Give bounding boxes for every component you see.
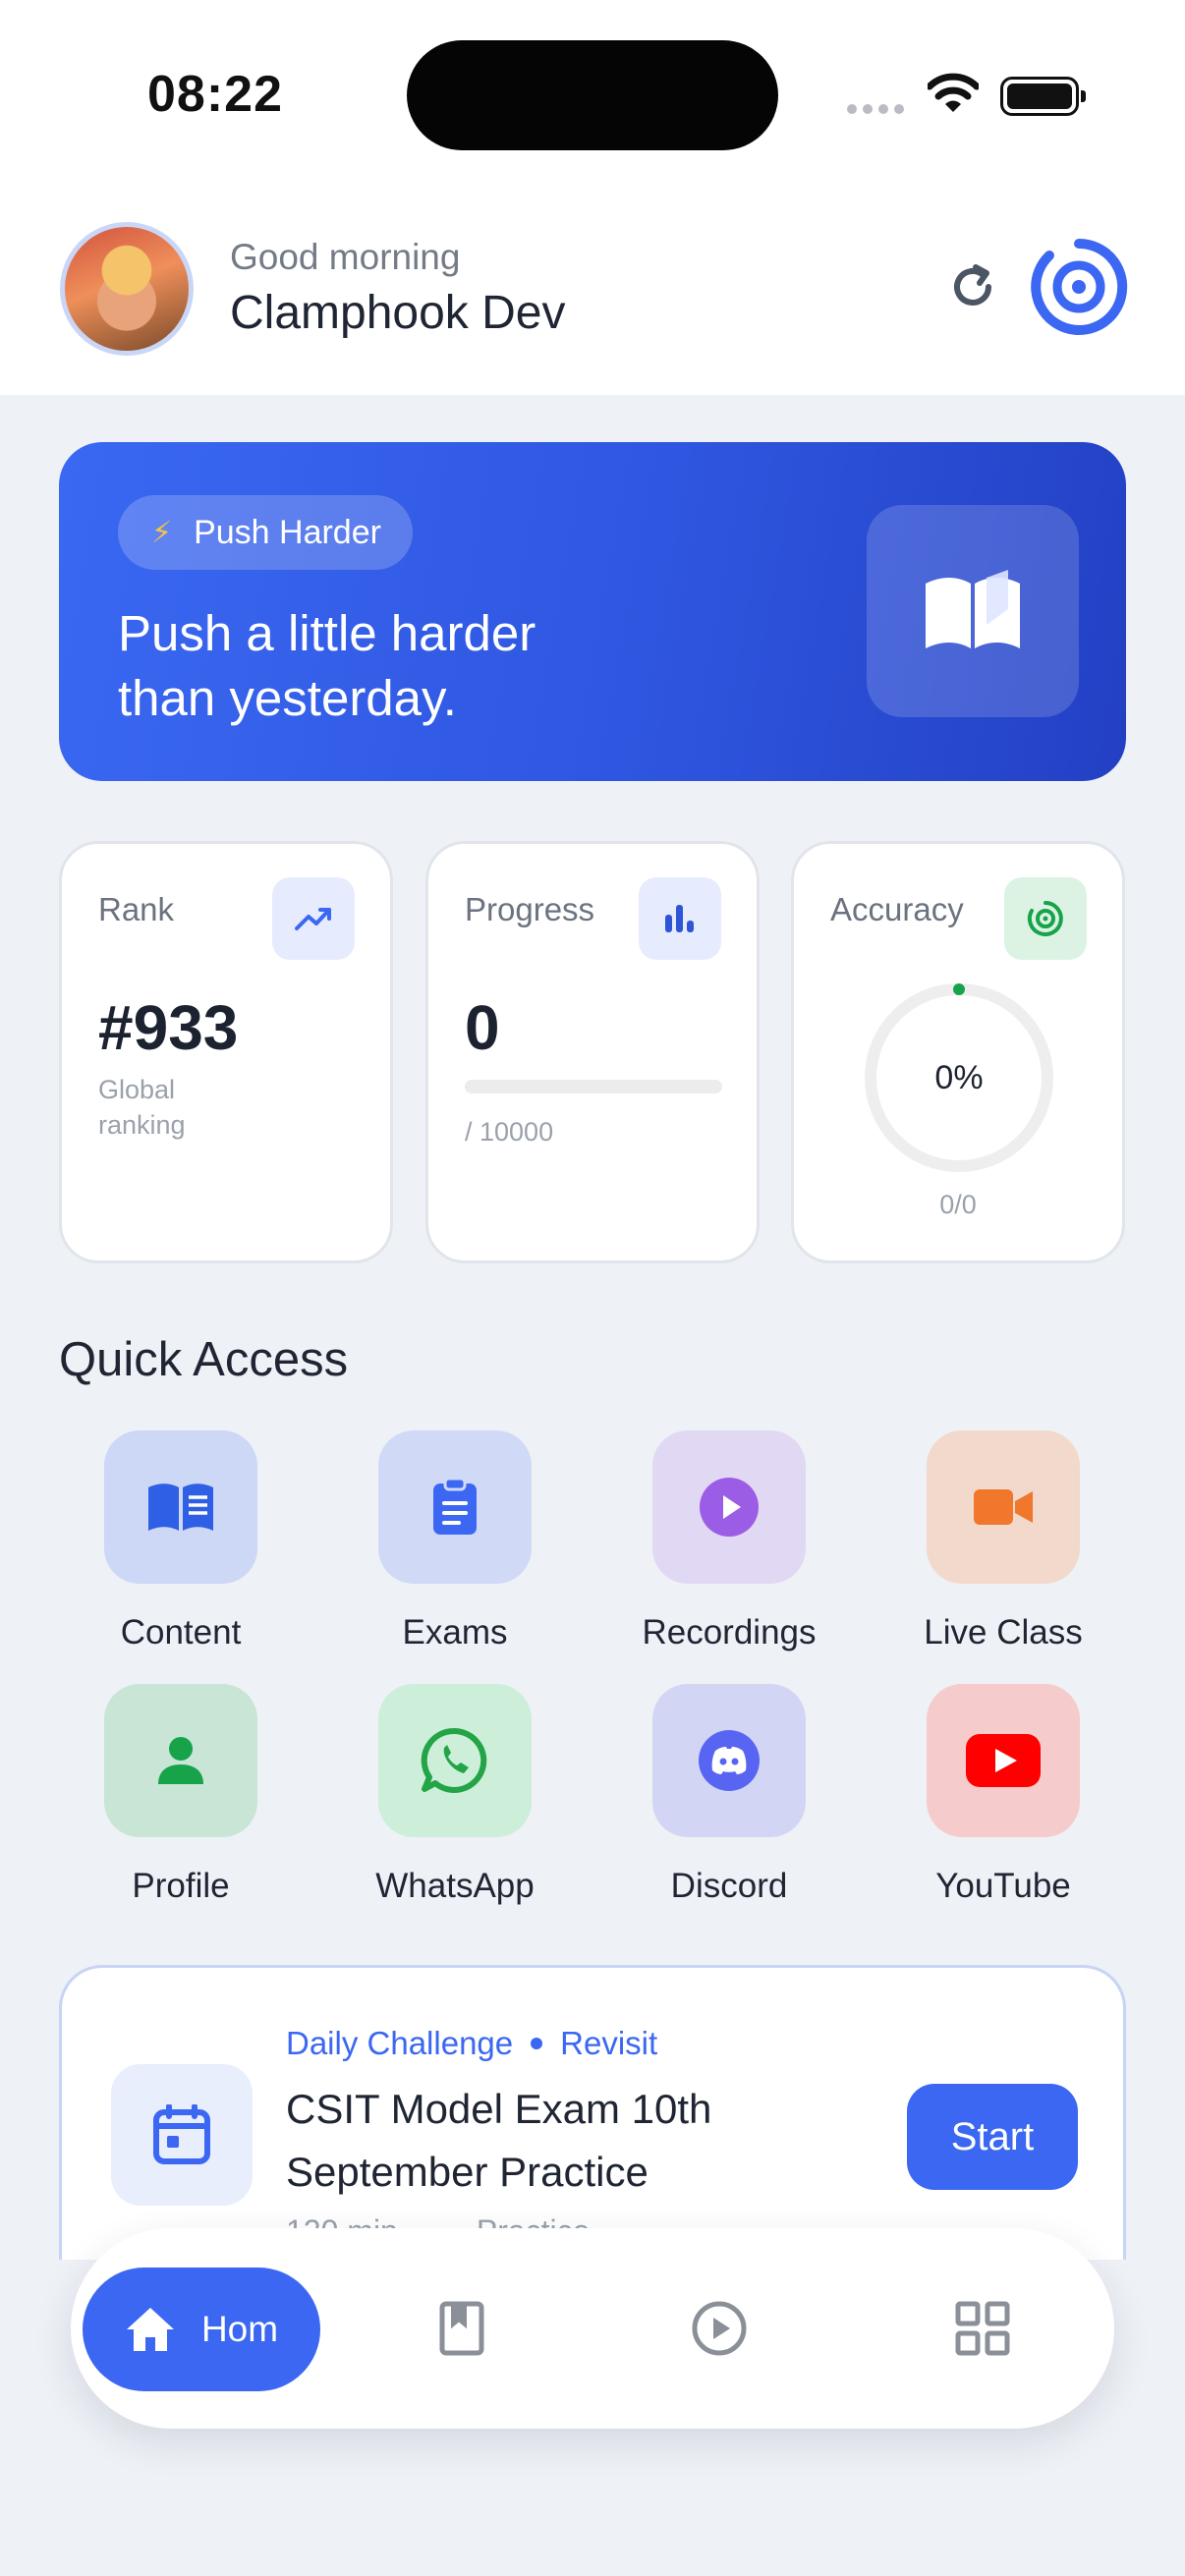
- avatar[interactable]: [60, 222, 194, 356]
- quick-access-label: Exams: [402, 1613, 508, 1652]
- challenge-tag-daily: Daily Challenge: [286, 2025, 514, 2061]
- accuracy-caption: 0/0: [939, 1190, 977, 1219]
- greeting-text: Good morning: [230, 237, 461, 277]
- broadcast-ring-icon[interactable]: [1030, 238, 1128, 336]
- battery-icon: [1000, 77, 1086, 116]
- accuracy-card[interactable]: Accuracy 0% 0/0: [791, 841, 1125, 1263]
- video-camera-icon: [927, 1430, 1080, 1584]
- wifi-icon: [928, 73, 979, 112]
- quick-access-whatsapp[interactable]: WhatsApp: [347, 1684, 563, 1906]
- quick-access-discord[interactable]: Discord: [621, 1684, 837, 1906]
- challenge-tag-revisit: Revisit: [560, 2025, 658, 2061]
- book-icon: [104, 1430, 257, 1584]
- status-time: 08:22: [147, 66, 283, 123]
- bar-chart-icon: [639, 877, 721, 960]
- target-icon: [1004, 877, 1087, 960]
- nav-home-label: Hom: [200, 2309, 279, 2349]
- quick-access-label: Live Class: [924, 1613, 1083, 1652]
- bottom-nav: Hom: [71, 2228, 1114, 2429]
- nav-more-tab[interactable]: [953, 2299, 1012, 2358]
- progress-caption: / 10000: [465, 1117, 554, 1147]
- calendar-icon: [111, 2064, 253, 2206]
- motivation-text: Push a little harder than yesterday.: [118, 605, 536, 726]
- rank-card[interactable]: Rank #933 Global ranking: [59, 841, 393, 1263]
- quick-access-label: Content: [120, 1613, 242, 1652]
- quick-access-content[interactable]: Content: [73, 1430, 289, 1652]
- nav-recordings-tab[interactable]: [690, 2299, 749, 2358]
- nav-home-tab[interactable]: Hom: [83, 2268, 320, 2391]
- separator-dot: [531, 2038, 543, 2049]
- play-circle-icon: [692, 2301, 747, 2356]
- quick-access-live-class[interactable]: Live Class: [895, 1430, 1111, 1652]
- accuracy-label: Accuracy: [830, 891, 964, 927]
- grid-icon: [955, 2301, 1010, 2356]
- discord-icon: [652, 1684, 806, 1837]
- quick-access-label: WhatsApp: [375, 1867, 535, 1905]
- progress-label: Progress: [465, 891, 595, 927]
- quick-access-youtube[interactable]: YouTube: [895, 1684, 1111, 1906]
- bookmark-book-icon: [439, 2301, 484, 2356]
- quick-access-title: Quick Access: [59, 1333, 349, 1386]
- progress-value: 0: [465, 992, 500, 1063]
- challenge-title: CSIT Model Exam 10th September Practice: [286, 2086, 712, 2195]
- progress-card[interactable]: Progress 0 / 10000: [425, 841, 760, 1263]
- home-icon: [126, 2308, 174, 2351]
- quick-access-label: Recordings: [642, 1613, 817, 1652]
- youtube-icon: [927, 1684, 1080, 1837]
- quick-access-label: Profile: [132, 1867, 230, 1905]
- trending-up-icon: [272, 877, 355, 960]
- start-button[interactable]: Start: [907, 2084, 1078, 2190]
- rank-value: #933: [98, 992, 239, 1063]
- open-book-icon: [926, 570, 1020, 648]
- progress-bar: [465, 1080, 722, 1093]
- rank-caption: Global ranking: [98, 1075, 186, 1140]
- daily-challenge-card[interactable]: Daily Challenge Revisit CSIT Model Exam …: [59, 1965, 1126, 2260]
- challenge-tags: Daily Challenge Revisit: [286, 2025, 657, 2062]
- clipboard-icon: [378, 1430, 532, 1584]
- cellular-signal-icon: [847, 104, 904, 114]
- accuracy-value: 0%: [934, 1058, 984, 1096]
- rank-label: Rank: [98, 891, 175, 927]
- quick-access-recordings[interactable]: Recordings: [621, 1430, 837, 1652]
- quick-access-label: Discord: [670, 1867, 788, 1905]
- user-name: Clamphook Dev: [230, 287, 566, 339]
- lightning-icon: ⚡: [151, 516, 173, 549]
- quick-access-exams[interactable]: Exams: [347, 1430, 563, 1652]
- person-icon: [104, 1684, 257, 1837]
- motivation-card: ⚡ Push Harder Push a little harder than …: [59, 442, 1126, 781]
- play-circle-icon: [652, 1430, 806, 1584]
- quick-access-label: YouTube: [935, 1867, 1071, 1905]
- push-harder-badge: ⚡ Push Harder: [118, 495, 413, 570]
- quick-access-profile[interactable]: Profile: [73, 1684, 289, 1906]
- badge-label: Push Harder: [194, 513, 381, 551]
- refresh-icon[interactable]: [943, 257, 1002, 316]
- whatsapp-icon: [378, 1684, 532, 1837]
- hero-icon-box: [867, 505, 1079, 717]
- app-header: 08:22 Good morning Clamphook Dev: [0, 0, 1185, 395]
- nav-library-tab[interactable]: [432, 2299, 491, 2358]
- dynamic-island: [407, 40, 778, 150]
